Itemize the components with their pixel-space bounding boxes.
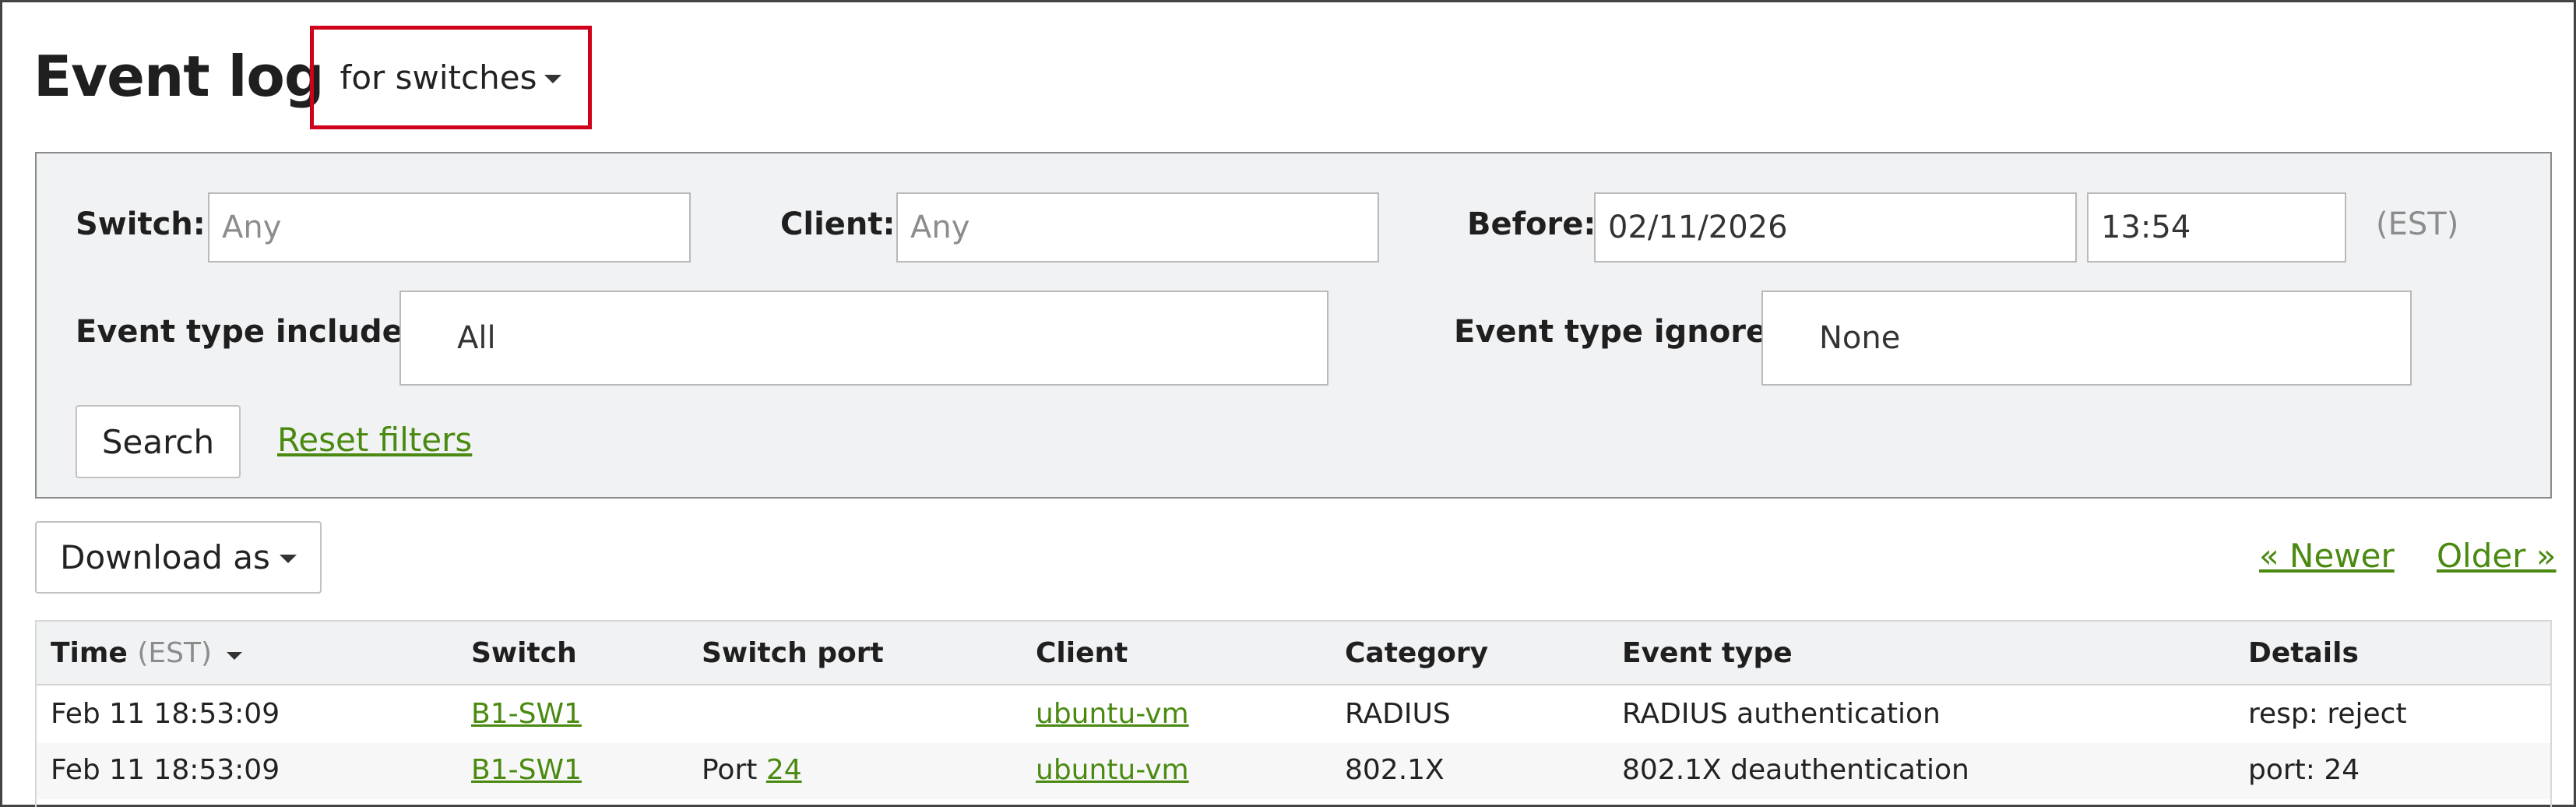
older-link[interactable]: Older » — [2437, 537, 2557, 575]
time-header-timezone: (EST) — [137, 637, 213, 669]
cell-category: 802.1X — [1345, 754, 1445, 786]
column-header-event-type: Event type — [1622, 637, 1793, 669]
cell-switch-link[interactable]: B1-SW1 — [471, 754, 582, 786]
event-type-include-label: Event type include: — [76, 314, 416, 350]
title-row: Event log — [33, 26, 324, 127]
event-table: Time (EST) Switch Switch port Client Cat… — [35, 620, 2552, 807]
table-row: Feb 11 18:53:09 B1-SW1 Port 24 ubuntu-vm… — [37, 743, 2550, 799]
column-header-details: Details — [2248, 637, 2359, 669]
cell-client-link[interactable]: ubuntu-vm — [1036, 698, 1189, 730]
column-header-time[interactable]: Time (EST) — [51, 637, 242, 669]
client-filter-label: Client: — [780, 206, 896, 242]
cell-details: port: 24 — [2248, 754, 2360, 786]
scope-dropdown-highlight: for switches — [310, 26, 592, 129]
cell-switch-link[interactable]: B1-SW1 — [471, 698, 582, 730]
scope-dropdown[interactable]: for switches — [340, 58, 562, 97]
port-prefix: Port — [702, 754, 758, 786]
sort-down-icon — [226, 652, 242, 660]
port-link[interactable]: 24 — [766, 754, 802, 786]
cell-time: Feb 11 18:53:09 — [51, 754, 280, 786]
table-header: Time (EST) Switch Switch port Client Cat… — [37, 622, 2550, 685]
switch-filter-label: Switch: — [76, 206, 206, 242]
page-title: Event log — [33, 44, 324, 109]
column-header-category: Category — [1345, 637, 1489, 669]
cell-event-type: 802.1X deauthentication — [1622, 754, 1969, 786]
newer-link[interactable]: « Newer — [2259, 537, 2395, 575]
event-type-ignore-label: Event type ignore: — [1454, 314, 1780, 350]
cell-client-link[interactable]: ubuntu-vm — [1036, 754, 1189, 786]
scope-dropdown-label: for switches — [340, 58, 537, 97]
cell-event-type: RADIUS authentication — [1622, 698, 1941, 730]
before-filter-label: Before: — [1467, 206, 1596, 242]
event-type-include-select[interactable]: All — [399, 291, 1328, 386]
event-type-ignore-select[interactable]: None — [1761, 291, 2412, 386]
download-as-button[interactable]: Download as — [35, 521, 322, 594]
cell-time: Feb 11 18:53:09 — [51, 698, 280, 730]
client-filter-input[interactable]: Any — [896, 192, 1379, 263]
timezone-label: (EST) — [2376, 206, 2459, 242]
switch-filter-input[interactable]: Any — [208, 192, 691, 263]
cell-switch-port: Port 24 — [702, 754, 802, 786]
download-as-label: Download as — [60, 538, 270, 576]
filter-panel: Switch: Any Client: Any Before: 02/11/20… — [35, 152, 2552, 499]
cell-details: resp: reject — [2248, 698, 2407, 730]
time-header-label: Time — [51, 637, 128, 669]
column-header-switch: Switch — [471, 637, 577, 669]
before-date-input[interactable]: 02/11/2026 — [1594, 192, 2077, 263]
app-frame: Event log for switches Switch: Any Clien… — [0, 0, 2576, 807]
column-header-client: Client — [1036, 637, 1128, 669]
caret-down-icon — [544, 75, 562, 83]
column-header-switch-port: Switch port — [702, 637, 884, 669]
before-time-input[interactable]: 13:54 — [2087, 192, 2346, 263]
search-button[interactable]: Search — [76, 405, 241, 478]
table-row: Feb 11 18:53:09 B1-SW1 ubuntu-vm RADIUS … — [37, 687, 2550, 743]
cell-category: RADIUS — [1345, 698, 1451, 730]
caret-down-icon — [279, 555, 297, 563]
reset-filters-link[interactable]: Reset filters — [277, 421, 472, 459]
